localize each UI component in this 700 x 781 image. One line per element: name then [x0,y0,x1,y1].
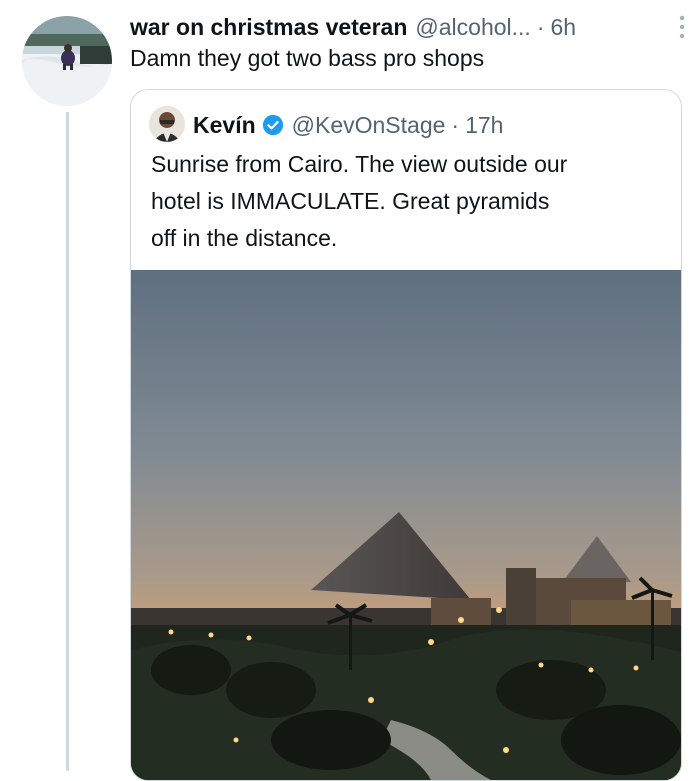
tweet-text: Damn they got two bass pro shops [130,45,485,71]
quoted-author-avatar[interactable] [149,106,185,142]
quoted-text-line: hotel is IMMACULATE. Great pyramids [151,188,550,214]
quoted-avatar-image [149,106,185,142]
author-avatar-image [22,16,112,106]
quoted-separator-dot: · [451,111,460,138]
quoted-text-line: Sunrise from Cairo. The view outside our [151,151,568,177]
author-handle[interactable]: @alcohol... [415,14,530,41]
quoted-tweet-timestamp[interactable]: 17h [465,112,503,139]
tweet-timestamp[interactable]: 6h [550,14,576,41]
verified-badge-icon [262,114,283,136]
pyramids-sunrise-photo[interactable] [131,270,681,780]
quoted-author-name[interactable]: Kevín [193,112,256,139]
separator-dot: · [536,13,545,40]
quoted-tweet-card[interactable]: Kevín @KevOnStage · 17h Sunrise from Cai… [130,89,682,781]
thread-connector-line [66,112,69,771]
quoted-tweet-text: Sunrise from Cairo. The view outside our… [151,146,671,257]
quoted-text-line: off in the distance. [151,225,338,251]
more-vertical-icon[interactable] [678,14,686,40]
quoted-tweet-header: Kevín @KevOnStage · 17h [193,108,503,142]
quoted-author-handle[interactable]: @KevOnStage [292,112,446,139]
author-name[interactable]: war on christmas veteran [130,14,407,41]
tweet-header: war on christmas veteran @alcohol... · 6… [130,10,690,44]
author-avatar[interactable] [22,16,112,106]
